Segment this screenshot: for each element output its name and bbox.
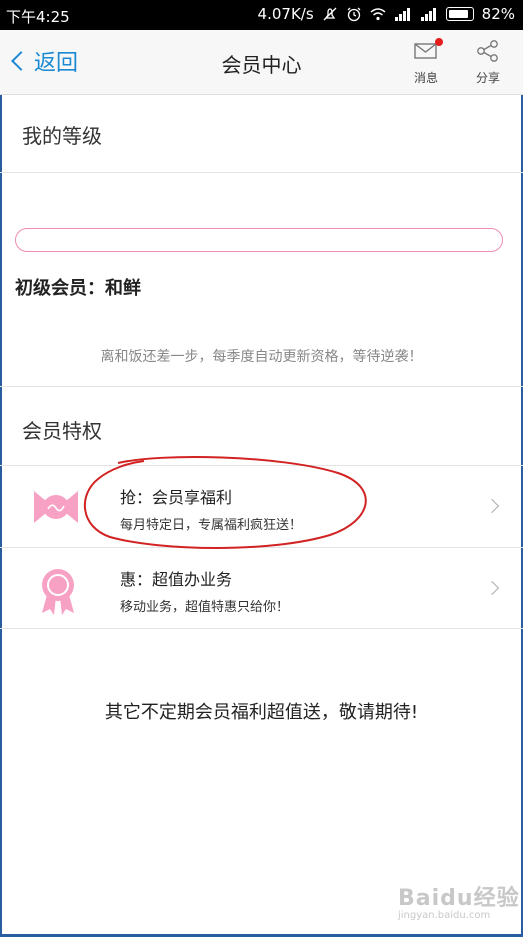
baidu-watermark: Baidu经验 jingyan.baidu.com bbox=[398, 880, 520, 921]
privileges-heading: 会员特权 bbox=[22, 419, 102, 443]
status-time: 下午4:25 bbox=[6, 8, 70, 26]
share-label: 分享 bbox=[475, 71, 500, 85]
chevron-right-icon bbox=[484, 498, 500, 514]
divider bbox=[0, 628, 523, 629]
privilege-subtitle: 移动业务，超值特惠只给你！ bbox=[120, 600, 290, 615]
messages-button[interactable]: 消息 bbox=[408, 38, 444, 86]
privilege-title: 惠：超值办业务 bbox=[120, 570, 233, 589]
chevron-right-icon bbox=[484, 580, 500, 596]
notification-dot bbox=[435, 38, 443, 46]
signal-icon bbox=[394, 8, 410, 21]
status-icons: 4.07K/s 82% bbox=[258, 5, 515, 23]
envelope-icon bbox=[414, 43, 437, 59]
page-title: 会员中心 bbox=[221, 53, 302, 77]
footer-note: 其它不定期会员福利超值送，敬请期待! bbox=[104, 702, 419, 723]
level-tip: 离和饭还差一步，每季度自动更新资格，等待逆袭！ bbox=[100, 349, 423, 365]
ribbon-badge-icon bbox=[42, 569, 74, 615]
alarm-icon bbox=[347, 7, 361, 22]
battery-percent: 82% bbox=[481, 5, 515, 23]
watermark-brand: Baidu经验 bbox=[398, 886, 520, 911]
annotation-circle bbox=[83, 456, 367, 549]
messages-label: 消息 bbox=[413, 71, 438, 85]
divider bbox=[0, 386, 523, 387]
title-bar: 返回 会员中心 消息 分享 bbox=[0, 30, 523, 95]
divider bbox=[0, 172, 523, 173]
battery-icon bbox=[445, 7, 474, 21]
member-level: 初级会员：和鲜 bbox=[15, 278, 141, 299]
network-speed: 4.07K/s bbox=[257, 5, 314, 23]
my-level-heading: 我的等级 bbox=[22, 124, 102, 148]
candy-icon bbox=[34, 491, 78, 523]
signal-icon bbox=[420, 8, 436, 21]
mute-icon bbox=[323, 7, 337, 21]
list-item-discount-business[interactable]: 惠：超值办业务 移动业务，超值特惠只给你！ bbox=[0, 549, 523, 629]
share-icon bbox=[477, 40, 498, 62]
level-progress-bar bbox=[15, 228, 503, 252]
status-bar: 下午4:25 4.07K/s 82% bbox=[0, 0, 523, 30]
share-button[interactable]: 分享 bbox=[470, 38, 506, 86]
wifi-icon bbox=[370, 8, 386, 21]
